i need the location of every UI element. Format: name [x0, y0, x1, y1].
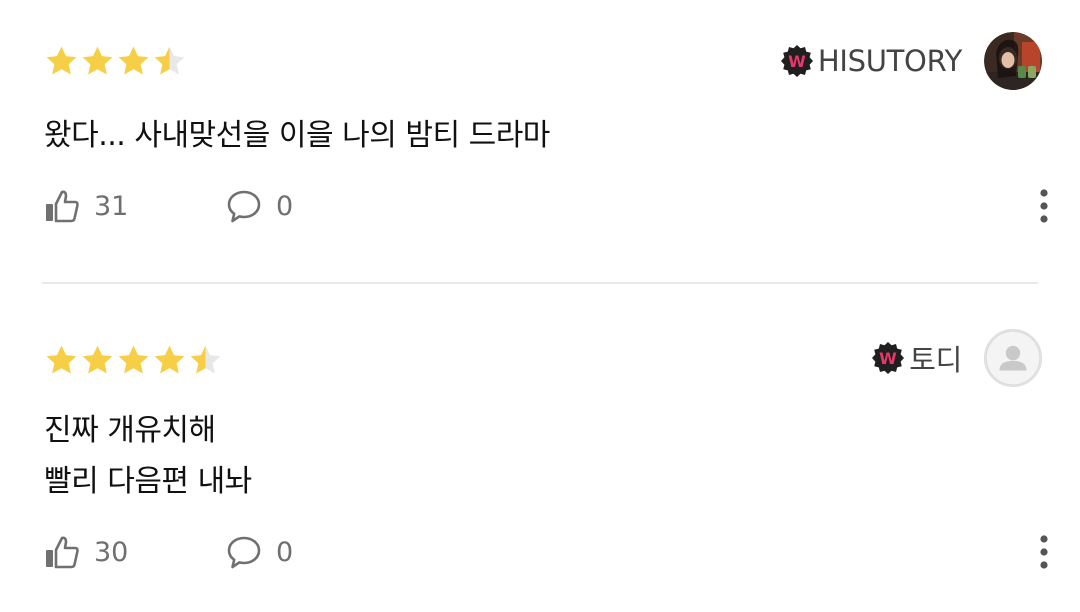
star-icon	[118, 345, 149, 374]
speech-bubble-icon	[227, 536, 261, 569]
review-author[interactable]: W 토디	[871, 329, 1042, 387]
speech-bubble-icon	[227, 190, 261, 223]
like-button[interactable]: 31	[44, 182, 128, 230]
comment-count: 0	[276, 190, 294, 222]
w-badge-icon: W	[872, 342, 905, 374]
comment-button[interactable]: 0	[226, 528, 293, 576]
star-icon	[154, 345, 185, 374]
default-avatar-icon[interactable]	[984, 329, 1042, 387]
review-author[interactable]: W HISUTORY	[780, 32, 1042, 90]
star-icon	[82, 46, 113, 75]
star-icon	[118, 46, 149, 75]
review-item: W 토디 진짜 개유치해 빨리 다음편 내놔 30 0	[0, 300, 1080, 612]
more-options-icon[interactable]	[1036, 533, 1052, 571]
author-name: HISUTORY	[817, 44, 962, 78]
star-icon	[46, 345, 77, 374]
thumbs-up-icon	[46, 190, 79, 223]
svg-text:W: W	[788, 52, 806, 71]
review-text: 왔다... 사내맞선을 이을 나의 밤티 드라마	[44, 118, 550, 153]
like-button[interactable]: 30	[44, 528, 128, 576]
comment-button[interactable]: 0	[226, 182, 293, 230]
review-actions: 30 0	[44, 528, 1052, 576]
divider	[42, 282, 1038, 284]
star-rating	[44, 343, 223, 378]
star-icon	[46, 46, 77, 75]
star-half-icon	[154, 46, 185, 75]
review-item: W HISUTORY 왔다... 사내맞선을 이을 나의 밤티 드라마 31 0	[0, 0, 1080, 282]
star-half-icon	[190, 345, 221, 374]
like-count: 30	[94, 536, 129, 568]
review-actions: 31 0	[44, 182, 1052, 230]
avatar[interactable]	[984, 32, 1042, 90]
star-icon	[82, 345, 113, 374]
star-rating	[44, 44, 187, 79]
comment-count: 0	[276, 536, 294, 568]
thumbs-up-icon	[46, 536, 79, 569]
author-name: 토디	[909, 343, 962, 377]
svg-text:W: W	[879, 349, 897, 368]
more-options-icon[interactable]	[1036, 187, 1052, 225]
review-text: 진짜 개유치해 빨리 다음편 내놔	[44, 413, 252, 499]
like-count: 31	[94, 190, 129, 222]
w-badge-icon: W	[780, 45, 813, 77]
